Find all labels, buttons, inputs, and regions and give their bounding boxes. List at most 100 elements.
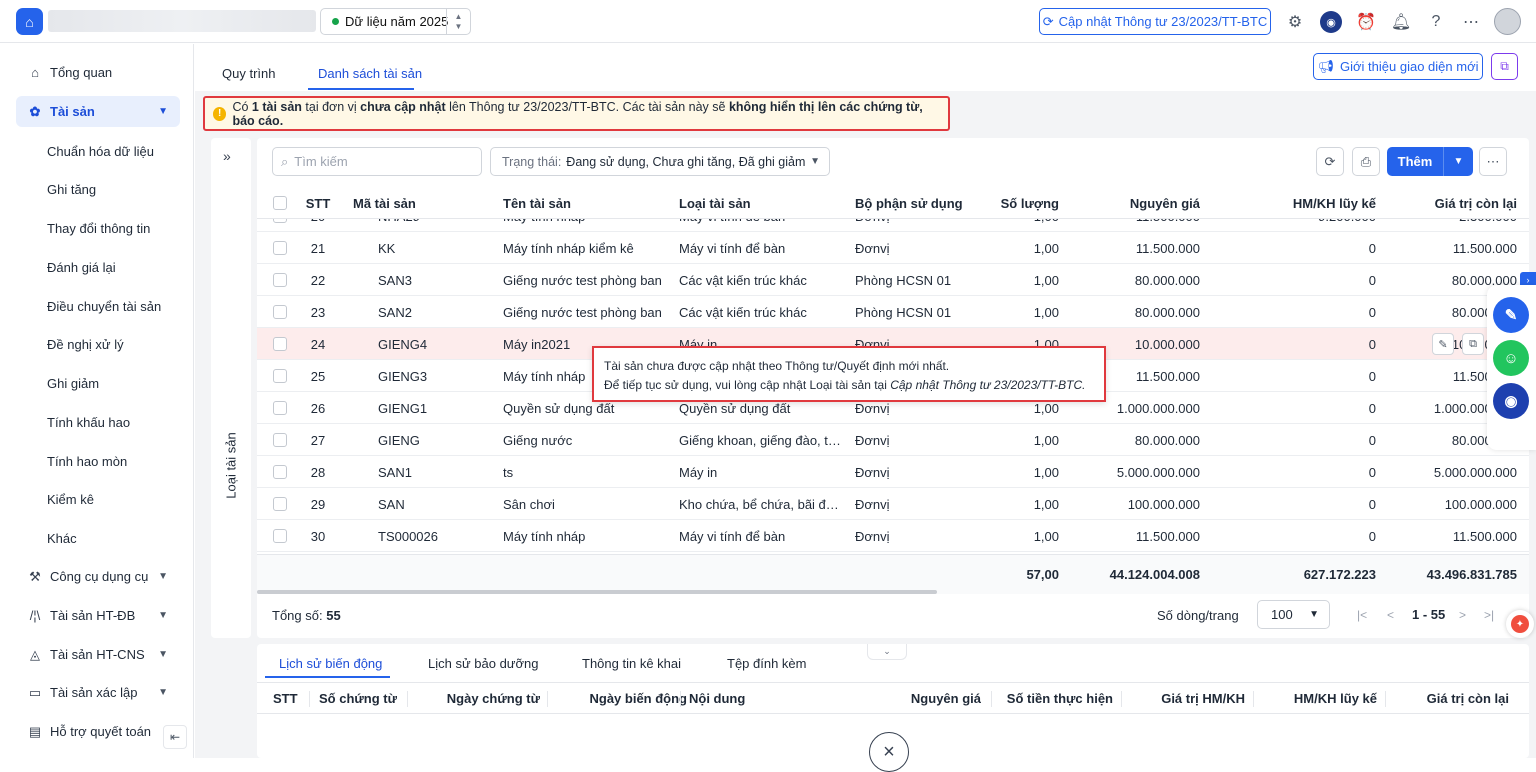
chat-support-icon[interactable]: ☺: [1493, 340, 1529, 376]
col-name[interactable]: Tên tài sản: [503, 196, 571, 211]
assistant-bot-icon[interactable]: ◉: [1320, 11, 1342, 33]
sidebar-item-ht-db[interactable]: /¦\ Tài sản HT-ĐB ▼: [16, 600, 180, 631]
row-checkbox[interactable]: [273, 497, 287, 511]
total-remaining-value: 43.496.831.785: [1426, 567, 1517, 582]
table-row[interactable]: 30 TS000026 Máy tính nháp Máy vi tính để bà…: [257, 520, 1529, 552]
sidebar-item-label: Công cụ dụng cụ: [50, 569, 149, 584]
cell-name: Giếng nước: [503, 433, 573, 448]
print-button[interactable]: ⎙: [1352, 147, 1380, 176]
rows-per-page-select[interactable]: 100 ▼: [1257, 600, 1330, 629]
sidebar-item-overview[interactable]: ⌂ Tổng quan: [16, 57, 180, 88]
sidebar-sub-other[interactable]: Khác: [47, 531, 77, 546]
table-row[interactable]: 28 SAN1 ts Máy in Đơnvị 1,00 5.000.000.000 0 5.0…: [257, 456, 1529, 488]
cast-screen-icon[interactable]: ⧉: [1491, 53, 1518, 80]
col-type[interactable]: Loại tài sản: [679, 196, 751, 211]
first-page-icon[interactable]: |<: [1357, 608, 1367, 622]
cell-name: Quyền sử dụng đất: [503, 401, 615, 416]
row-checkbox[interactable]: [273, 465, 287, 479]
next-page-icon[interactable]: >: [1459, 608, 1466, 622]
chevron-down-icon: ▼: [158, 106, 168, 117]
edit-row-icon[interactable]: ✎: [1432, 333, 1454, 355]
tab-asset-list[interactable]: Danh sách tài sản: [318, 66, 422, 81]
cell-depreciation: 0: [1368, 433, 1376, 448]
sidebar-sub-transfer[interactable]: Điều chuyển tài sản: [47, 299, 161, 314]
ai-assistant-icon[interactable]: ✦: [1506, 610, 1534, 638]
sidebar-sub-decrease[interactable]: Ghi giảm: [47, 376, 99, 391]
last-page-icon[interactable]: >|: [1484, 608, 1494, 622]
water-icon: ◬: [30, 646, 40, 662]
settings-gear-icon[interactable]: ⚙: [1284, 11, 1306, 33]
col-quantity[interactable]: Số lượng: [967, 196, 1059, 211]
update-circular-button[interactable]: ⟳ Cập nhật Thông tư 23/2023/TT-BTC: [1039, 8, 1271, 35]
table-row[interactable]: 20 NHA29 Máy tính nháp Máy vi tính để bàn Đơ…: [257, 219, 1529, 232]
sidebar-item-tools[interactable]: ⚒ Công cụ dụng cụ ▼: [16, 561, 180, 592]
tab-change-history[interactable]: Lịch sử biến động: [279, 656, 382, 671]
row-checkbox[interactable]: [273, 241, 287, 255]
more-options-button[interactable]: ⋯: [1479, 147, 1507, 176]
row-checkbox[interactable]: [273, 401, 287, 415]
search-input[interactable]: ⌕ Tìm kiếm: [272, 147, 482, 176]
avatar[interactable]: [1494, 8, 1521, 35]
expand-panel-icon[interactable]: »: [223, 148, 231, 164]
collapse-sidebar-icon[interactable]: ⇤: [163, 725, 187, 749]
asset-type-panel-label[interactable]: Loại tài sản: [224, 426, 239, 506]
sidebar-item-settlement[interactable]: ▤ Hỗ trợ quyết toán: [16, 716, 180, 747]
more-icon[interactable]: ⋯: [1460, 11, 1482, 33]
sidebar-sub-depreciation[interactable]: Tính khấu hao: [47, 415, 130, 430]
alarm-clock-icon[interactable]: ⏰: [1355, 11, 1377, 33]
sidebar-item-ht-cns[interactable]: ◬ Tài sản HT-CNS ▼: [16, 639, 180, 670]
sidebar-sub-change-info[interactable]: Thay đổi thông tin: [47, 221, 150, 236]
help-icon[interactable]: ?: [1425, 11, 1447, 33]
row-checkbox[interactable]: [273, 219, 287, 223]
tab-maintenance-history[interactable]: Lịch sử bảo dưỡng: [428, 656, 539, 671]
copy-row-icon[interactable]: ⧉: [1462, 333, 1484, 355]
table-row[interactable]: 22 SAN3 Giếng nước test phòng ban Các vật k…: [257, 264, 1529, 296]
table-row[interactable]: 29 SAN Sân chơi Kho chứa, bể chứa, bãi đỗ, …: [257, 488, 1529, 520]
sidebar-sub-normalize[interactable]: Chuẩn hóa dữ liệu: [47, 144, 154, 159]
add-button[interactable]: Thêm ▼: [1387, 147, 1473, 176]
sidebar-sub-wear[interactable]: Tính hao mòn: [47, 454, 127, 469]
row-checkbox[interactable]: [273, 369, 287, 383]
row-checkbox[interactable]: [273, 273, 287, 287]
col-remaining-value[interactable]: Giá trị còn lại: [1387, 196, 1517, 211]
chevron-down-icon[interactable]: ▼: [1443, 147, 1473, 176]
robot-assistant-icon[interactable]: ◉: [1493, 383, 1529, 419]
col-code[interactable]: Mã tài sản: [353, 196, 416, 211]
tab-declaration-info[interactable]: Thông tin kê khai: [582, 656, 681, 671]
collapse-detail-icon[interactable]: ⌄: [867, 644, 907, 660]
bell-icon[interactable]: 🔔︎: [1390, 11, 1412, 33]
cell-remaining-value: 11.500.000: [1452, 529, 1517, 544]
year-spinner-icon[interactable]: ▲ ▼: [446, 9, 470, 34]
row-checkbox[interactable]: [273, 337, 287, 351]
app-logo-icon[interactable]: ⌂: [16, 8, 43, 35]
col-department[interactable]: Bộ phận sử dụng: [855, 196, 963, 211]
year-selector[interactable]: Dữ liệu năm 2025 ▲ ▼: [320, 8, 471, 35]
select-all-checkbox[interactable]: [273, 196, 287, 210]
search-icon: ⌕: [281, 153, 289, 169]
sidebar-sub-increase[interactable]: Ghi tăng: [47, 182, 96, 197]
prev-page-icon[interactable]: <: [1387, 608, 1394, 622]
sidebar-sub-revaluate[interactable]: Đánh giá lại: [47, 260, 116, 275]
cell-code: SAN2: [378, 305, 412, 320]
sidebar-item-established[interactable]: ▭ Tài sản xác lập ▼: [16, 677, 180, 708]
pin-assistant-icon[interactable]: ✎: [1493, 297, 1529, 333]
sidebar-sub-inventory[interactable]: Kiểm kê: [47, 492, 94, 507]
status-filter-select[interactable]: Trạng thái: Đang sử dụng, Chưa ghi tăng,…: [490, 147, 830, 176]
table-row[interactable]: 27 GIENG Giếng nước Giếng khoan, giếng đào,…: [257, 424, 1529, 456]
col-original-price[interactable]: Nguyên giá: [1077, 196, 1200, 211]
row-checkbox[interactable]: [273, 305, 287, 319]
cell-code: GIENG4: [378, 337, 428, 352]
intro-new-ui-button[interactable]: 📢︎ Giới thiệu giao diện mới: [1313, 53, 1483, 80]
sidebar-sub-proposal[interactable]: Đề nghị xử lý: [47, 337, 124, 352]
tab-attachments[interactable]: Tệp đính kèm: [727, 656, 807, 671]
sidebar-item-assets[interactable]: ✿ Tài sản ▼: [16, 96, 180, 127]
table-row[interactable]: 21 KK Máy tính nháp kiểm kê Máy vi tính để …: [257, 232, 1529, 264]
row-checkbox[interactable]: [273, 433, 287, 447]
refresh-button[interactable]: ⟳: [1316, 147, 1344, 176]
col-depreciation[interactable]: HM/KH lũy kế: [1217, 196, 1376, 211]
cell-department: Phòng HCSN 01: [855, 273, 952, 288]
table-row[interactable]: 23 SAN2 Giếng nước test phòng ban Các vật k…: [257, 296, 1529, 328]
assets-icon: ✿: [29, 103, 41, 119]
row-checkbox[interactable]: [273, 529, 287, 543]
tab-process[interactable]: Quy trình: [222, 66, 275, 81]
